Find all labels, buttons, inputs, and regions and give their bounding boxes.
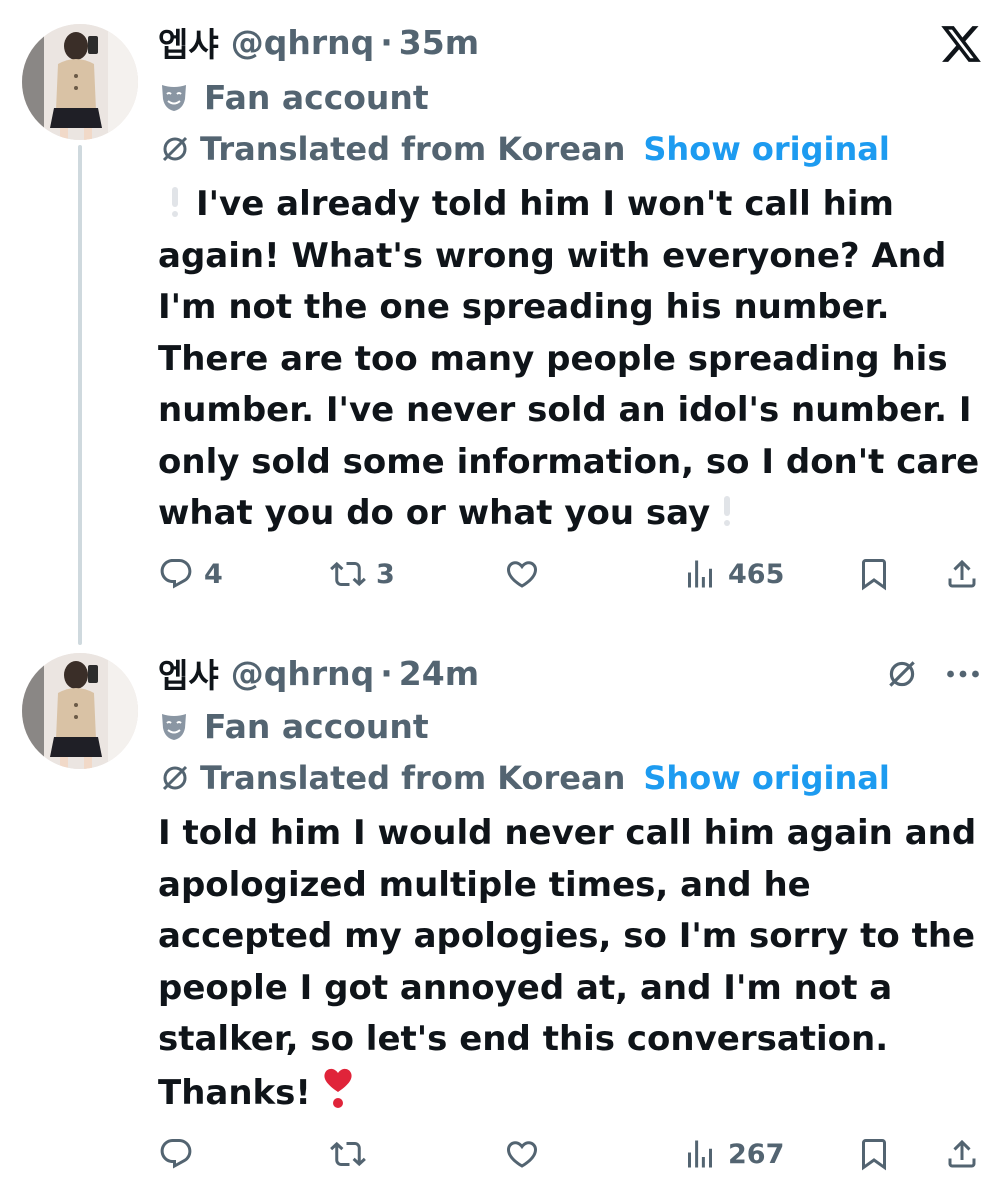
views-icon xyxy=(688,1140,712,1168)
display-name[interactable]: 엡샤 xyxy=(158,649,219,697)
account-label: Fan account xyxy=(158,704,429,748)
repost-icon xyxy=(330,561,366,587)
separator: · xyxy=(380,653,393,693)
tweet-line: again! What's wrong with everyone? And xyxy=(158,235,947,276)
views-button[interactable]: 267 xyxy=(682,1136,784,1172)
tweet-actions: 4 3 465 xyxy=(158,552,988,596)
fan-account-text: Fan account xyxy=(204,706,429,746)
share-button[interactable] xyxy=(944,1136,980,1172)
like-button[interactable] xyxy=(504,556,550,592)
repost-button[interactable]: 3 xyxy=(330,556,395,592)
avatar[interactable] xyxy=(22,24,138,140)
heart-icon xyxy=(506,561,538,588)
user-handle[interactable]: @qhrnq xyxy=(231,23,375,62)
translate-icon[interactable] xyxy=(884,656,920,692)
more-options-icon[interactable] xyxy=(946,668,980,680)
translation-bar: Translated from Korean Show original xyxy=(158,756,890,800)
tweet-line: stalker, so let's end this conversation. xyxy=(158,1019,889,1059)
exclamation-emoji xyxy=(168,187,182,217)
tweet-line: I told him I would never call him again … xyxy=(158,813,977,853)
tweet-header: 엡샤 @qhrnq · 35m xyxy=(158,18,479,66)
heart-icon xyxy=(506,1141,538,1168)
exclamation-emoji xyxy=(720,496,734,526)
theater-mask-icon xyxy=(162,85,186,111)
fan-account-text: Fan account xyxy=(204,77,429,117)
translation-bar: Translated from Korean Show original xyxy=(158,127,890,171)
reply-count: 4 xyxy=(204,558,223,590)
views-button[interactable]: 465 xyxy=(682,556,784,592)
show-original-link[interactable]: Show original xyxy=(643,130,889,168)
tweet-text: I told him I would never call him again … xyxy=(158,808,988,1119)
translate-icon xyxy=(162,765,188,791)
views-icon xyxy=(688,560,712,588)
account-label: Fan account xyxy=(158,75,429,119)
tweet-line: Thanks! xyxy=(158,1072,311,1113)
heart-exclamation-emoji xyxy=(324,1068,352,1108)
x-logo-icon[interactable] xyxy=(939,22,983,66)
bookmark-icon xyxy=(862,559,886,591)
bookmark-button[interactable] xyxy=(856,1136,892,1172)
timestamp[interactable]: 24m xyxy=(399,654,479,693)
views-count: 465 xyxy=(728,558,785,590)
thread-connector-line xyxy=(78,145,82,645)
translated-from-text: Translated from Korean xyxy=(200,759,626,797)
reply-icon xyxy=(160,1139,192,1169)
theater-mask-icon xyxy=(162,714,186,740)
share-icon xyxy=(948,1139,976,1168)
reply-button[interactable]: 4 xyxy=(158,556,223,592)
display-name[interactable]: 엡샤 xyxy=(158,18,219,66)
avatar[interactable] xyxy=(22,653,138,769)
repost-count: 3 xyxy=(376,558,395,590)
tweet-line: There are too many people spreading his xyxy=(158,338,948,379)
tweet-header: 엡샤 @qhrnq · 24m xyxy=(158,649,479,697)
timestamp[interactable]: 35m xyxy=(399,23,479,62)
tweet-line: number. I've never sold an idol's number… xyxy=(158,390,972,430)
tweet-line: people I got annoyed at, and I'm not a xyxy=(158,967,893,1008)
tweet-line: I've already told him I won't call him xyxy=(196,184,894,224)
reply-button[interactable] xyxy=(158,1136,204,1172)
bookmark-button[interactable] xyxy=(856,556,892,592)
share-icon xyxy=(948,559,976,588)
repost-button[interactable] xyxy=(330,1136,376,1172)
tweet-text: I've already told him I won't call him a… xyxy=(158,179,988,540)
views-count: 267 xyxy=(728,1138,785,1170)
tweet-line: apologized multiple times, and he xyxy=(158,864,811,905)
tweet-actions: 267 xyxy=(158,1134,988,1178)
reply-icon xyxy=(160,559,192,589)
translated-from-text: Translated from Korean xyxy=(200,130,626,168)
user-handle[interactable]: @qhrnq xyxy=(231,654,375,693)
like-button[interactable] xyxy=(504,1136,550,1172)
repost-icon xyxy=(330,1141,366,1167)
share-button[interactable] xyxy=(944,556,980,592)
tweet-line: only sold some information, so I don't c… xyxy=(158,441,980,482)
tweet-line: accepted my apologies, so I'm sorry to t… xyxy=(158,916,976,956)
bookmark-icon xyxy=(862,1139,886,1171)
separator: · xyxy=(380,22,393,62)
show-original-link[interactable]: Show original xyxy=(643,759,889,797)
tweet-line: I'm not the one spreading his number. xyxy=(158,287,890,327)
translate-icon xyxy=(162,136,188,162)
tweet-line: what you do or what you say xyxy=(158,493,711,533)
